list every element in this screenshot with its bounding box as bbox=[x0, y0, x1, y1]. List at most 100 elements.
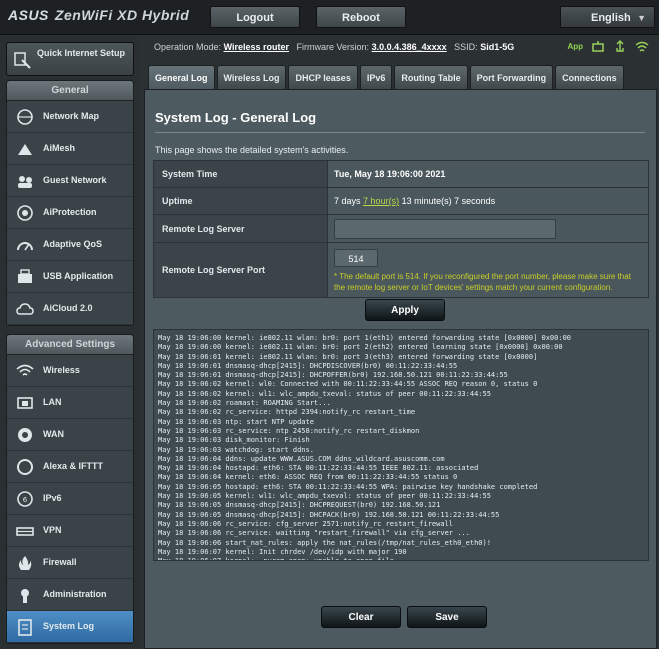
sidebar-item-label: AiProtection bbox=[43, 207, 97, 217]
status-bar: Operation Mode: Wireless router Firmware… bbox=[142, 36, 659, 58]
language-select[interactable]: English ▼ bbox=[560, 6, 655, 28]
table-row: Remote Log Server bbox=[153, 214, 649, 243]
tab-wireless-log[interactable]: Wireless Log bbox=[216, 65, 287, 89]
app-label[interactable]: App bbox=[567, 40, 583, 54]
sidebar-item-label: System Log bbox=[43, 621, 95, 631]
tab-ipv6[interactable]: IPv6 bbox=[359, 65, 393, 89]
table-row: Uptime 7 days 7 hour(s) 13 minute(s) 7 s… bbox=[153, 187, 649, 215]
product-name: ZenWiFi XD Hybrid bbox=[54, 7, 190, 23]
advanced-section: Advanced Settings Wireless LAN WAN Alexa & … bbox=[6, 334, 134, 644]
sidebar-item-lan[interactable]: LAN bbox=[7, 387, 133, 419]
title-divider bbox=[155, 132, 645, 133]
system-log-icon bbox=[18, 619, 32, 636]
sidebar-item-label: AiMesh bbox=[43, 143, 76, 153]
uptime-seconds: 7 seconds bbox=[454, 196, 496, 206]
sidebar-item-wan[interactable]: WAN bbox=[7, 419, 133, 451]
tab-dhcp-leases[interactable]: DHCP leases bbox=[288, 65, 358, 89]
page-title: System Log - General Log bbox=[155, 110, 317, 125]
aimesh-icon bbox=[18, 144, 32, 155]
op-mode-label: Operation Mode: bbox=[154, 42, 222, 52]
qos-icon bbox=[17, 242, 33, 251]
sidebar-item-label: VPN bbox=[43, 525, 62, 535]
clear-button[interactable]: Clear bbox=[321, 606, 401, 628]
svg-text:6: 6 bbox=[23, 496, 28, 504]
sidebar-item-label: Network Map bbox=[43, 111, 100, 121]
brand-name: ASUS bbox=[8, 7, 49, 23]
general-heading: General bbox=[7, 81, 133, 101]
sidebar-item-label: Administration bbox=[43, 589, 107, 599]
ipv6-icon: 6 bbox=[17, 491, 33, 507]
wireless-icon bbox=[16, 364, 34, 376]
network-map-icon bbox=[17, 109, 33, 125]
sidebar-item-label: LAN bbox=[43, 397, 62, 407]
wan-icon bbox=[18, 428, 32, 442]
wand-icon bbox=[14, 52, 31, 69]
remote-log-server-input[interactable] bbox=[334, 218, 556, 239]
sidebar-item-wireless[interactable]: Wireless bbox=[7, 355, 133, 387]
sidebar-item-usb-application[interactable]: USB Application bbox=[7, 261, 133, 293]
aiprotection-icon bbox=[17, 205, 33, 221]
remote-log-server-label: Remote Log Server bbox=[153, 214, 328, 243]
sidebar-item-label: Firewall bbox=[43, 557, 77, 567]
quick-internet-setup-button[interactable]: Quick Internet Setup bbox=[6, 42, 134, 76]
sidebar-item-label: WAN bbox=[43, 429, 64, 439]
reboot-button[interactable]: Reboot bbox=[316, 6, 406, 28]
sidebar-item-guest-network[interactable]: Guest Network bbox=[7, 165, 133, 197]
advanced-heading: Advanced Settings bbox=[7, 335, 133, 355]
remote-log-port-input[interactable]: 514 bbox=[334, 249, 378, 267]
sidebar-item-network-map[interactable]: Network Map bbox=[7, 101, 133, 133]
main-content: Operation Mode: Wireless router Firmware… bbox=[142, 36, 659, 649]
system-log-panel: System Log - General Log This page shows… bbox=[144, 89, 657, 649]
uptime-minutes: 13 minute(s) bbox=[401, 196, 452, 206]
alexa-icon bbox=[17, 459, 33, 475]
table-row: System Time Tue, May 18 19:06:00 2021 bbox=[153, 160, 649, 188]
save-button[interactable]: Save bbox=[407, 606, 487, 628]
sidebar-item-label: Wireless bbox=[43, 365, 80, 375]
sidebar-item-label: Guest Network bbox=[43, 175, 107, 185]
sidebar-item-label: IPv6 bbox=[43, 493, 62, 503]
sidebar-item-firewall[interactable]: Firewall bbox=[7, 547, 133, 579]
table-row: Remote Log Server Port 514 * The default… bbox=[153, 242, 649, 298]
sidebar-item-administration[interactable]: Administration bbox=[7, 579, 133, 611]
sidebar-item-aicloud-2-0[interactable]: AiCloud 2.0 bbox=[7, 293, 133, 325]
sidebar-item-adaptive-qos[interactable]: Adaptive QoS bbox=[7, 229, 133, 261]
top-bar: ASUS ZenWiFi XD Hybrid Logout Reboot Engl… bbox=[0, 0, 659, 35]
uptime-days: 7 days bbox=[334, 196, 361, 206]
apply-button[interactable]: Apply bbox=[365, 299, 445, 321]
tab-general-log[interactable]: General Log bbox=[148, 65, 215, 89]
wifi-status-icon[interactable] bbox=[635, 40, 649, 54]
tab-bar: General Log Wireless Log DHCP leases IPv6 Ro… bbox=[148, 65, 624, 89]
sidebar-item-system-log[interactable]: System Log bbox=[7, 611, 133, 643]
op-mode-link[interactable]: Wireless router bbox=[224, 42, 289, 52]
tab-connections[interactable]: Connections bbox=[555, 65, 624, 89]
port-warning-text: * The default port is 514. If you reconf… bbox=[334, 272, 631, 292]
page-description: This page shows the detailed system's ac… bbox=[155, 145, 349, 155]
sidebar-item-label: USB Application bbox=[43, 271, 114, 281]
tab-port-forwarding[interactable]: Port Forwarding bbox=[469, 65, 554, 89]
sidebar-item-ipv6[interactable]: 6 IPv6 bbox=[7, 483, 133, 515]
administration-icon bbox=[21, 589, 29, 603]
remote-log-port-label: Remote Log Server Port bbox=[153, 242, 328, 298]
guest-network-icon bbox=[18, 176, 32, 188]
sidebar-item-vpn[interactable]: VPN bbox=[7, 515, 133, 547]
logout-button[interactable]: Logout bbox=[210, 6, 300, 28]
network-status-icon[interactable] bbox=[591, 40, 605, 54]
sidebar-item-aimesh[interactable]: AiMesh bbox=[7, 133, 133, 165]
lan-icon bbox=[17, 397, 33, 409]
firewall-icon bbox=[19, 556, 32, 570]
sidebar-item-label: Alexa & IFTTT bbox=[43, 461, 104, 471]
system-time-value: Tue, May 18 19:06:00 2021 bbox=[327, 160, 649, 188]
uptime-label: Uptime bbox=[153, 187, 328, 215]
usb-status-icon[interactable] bbox=[613, 40, 627, 54]
ssid-label: SSID: bbox=[454, 42, 478, 52]
sidebar: Quick Internet Setup General Network Map… bbox=[0, 36, 140, 649]
sidebar-item-aiprotection[interactable]: AiProtection bbox=[7, 197, 133, 229]
firmware-link[interactable]: 3.0.0.4.386_4xxxx bbox=[372, 42, 447, 52]
brand-logo: ASUS ZenWiFi XD Hybrid bbox=[8, 7, 189, 23]
tab-routing-table[interactable]: Routing Table bbox=[394, 65, 468, 89]
usb-icon bbox=[18, 269, 32, 283]
sidebar-item-label: AiCloud 2.0 bbox=[43, 303, 93, 313]
sidebar-item-alexa-ifttt[interactable]: Alexa & IFTTT bbox=[7, 451, 133, 483]
vpn-icon bbox=[16, 527, 34, 536]
general-log-textarea[interactable]: May 18 19:06:00 kernel: ie802.11 wlan: b… bbox=[153, 329, 649, 561]
